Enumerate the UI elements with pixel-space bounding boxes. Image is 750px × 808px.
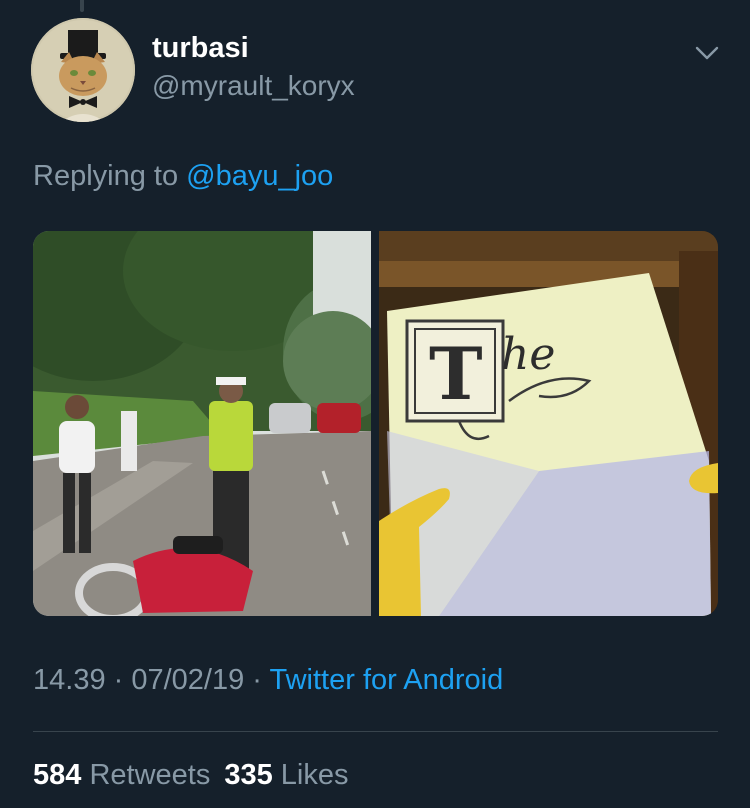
likes-stat[interactable]: 335 Likes (224, 759, 348, 791)
svg-text:he: he (501, 329, 555, 380)
replying-to-label: Replying to (33, 160, 187, 192)
like-label: Likes (280, 759, 349, 791)
cartoon-scroll-photo-icon: T he (379, 231, 718, 616)
retweets-stat[interactable]: 584 Retweets (33, 759, 210, 791)
meta-separator: · (105, 664, 132, 696)
chevron-down-icon[interactable] (690, 36, 724, 70)
meta-separator: · (244, 664, 270, 696)
divider (33, 731, 718, 732)
cat-avatar-icon (31, 18, 135, 122)
tweet-meta: 14.39 · 07/02/19 · Twitter for Android (33, 664, 503, 697)
tweet-source-link[interactable]: Twitter for Android (270, 664, 504, 696)
replying-to-line: Replying to @bayu_joo (33, 160, 333, 193)
tweet-date[interactable]: 07/02/19 (131, 664, 244, 696)
retweet-count: 584 (33, 759, 82, 791)
like-count: 335 (224, 759, 273, 791)
retweet-label: Retweets (89, 759, 211, 791)
media-photo-cartoon-scroll[interactable]: T he (379, 231, 718, 616)
media-photo-street-scene[interactable] (33, 231, 371, 616)
scroll-text: T (429, 331, 483, 416)
tweet-time: 14.39 (33, 664, 106, 696)
media-grid: T he (33, 231, 718, 616)
thread-connector-line (80, 0, 84, 12)
replying-to-mention-link[interactable]: @bayu_joo (186, 160, 333, 192)
avatar[interactable] (31, 18, 135, 122)
engagement-stats: 584 Retweets 335 Likes (33, 759, 349, 792)
display-name[interactable]: turbasi (152, 32, 249, 65)
street-scene-photo-icon (33, 231, 371, 616)
user-handle[interactable]: @myrault_koryx (152, 70, 355, 102)
